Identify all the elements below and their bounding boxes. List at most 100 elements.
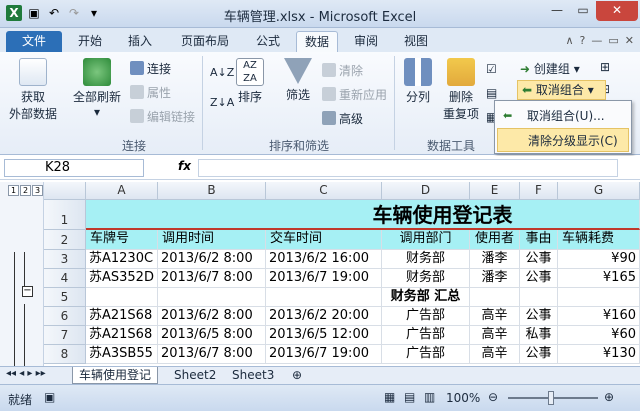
column-header-A[interactable]: A: [86, 182, 158, 200]
sheet-tab-active[interactable]: 车辆使用登记: [72, 367, 159, 384]
advanced-button[interactable]: 高级: [322, 110, 363, 127]
data-cell[interactable]: ¥160: [558, 307, 640, 326]
sheet-tab-2[interactable]: Sheet2: [168, 367, 222, 384]
formula-input[interactable]: [198, 159, 618, 177]
data-cell[interactable]: 苏AS352D: [86, 269, 158, 288]
subtotal-cell[interactable]: [558, 288, 640, 307]
insert-function-button[interactable]: fx: [178, 159, 191, 173]
tab-insert[interactable]: 插入: [120, 31, 160, 52]
row-header-5[interactable]: 5: [44, 288, 86, 307]
refresh-all-button[interactable]: 全部刷新 ▾: [68, 58, 126, 119]
row-header-8[interactable]: 8: [44, 345, 86, 364]
insert-sheet-icon[interactable]: ⊕: [286, 367, 308, 384]
data-cell[interactable]: 私事: [520, 326, 558, 345]
data-cell[interactable]: 公事: [520, 307, 558, 326]
collapse-group-button[interactable]: −: [22, 286, 33, 297]
data-cell[interactable]: 广告部: [382, 345, 470, 364]
ungroup-button[interactable]: ⬅ 取消组合 ▾: [517, 80, 606, 100]
header-cell[interactable]: 调用部门: [382, 230, 470, 250]
reapply-button[interactable]: 重新应用: [322, 86, 387, 103]
macro-record-icon[interactable]: ▣: [44, 390, 55, 404]
data-cell[interactable]: 2013/6/2 16:00: [266, 250, 382, 269]
remove-duplicates-button[interactable]: 删除 重复项: [440, 58, 482, 122]
row-header-3[interactable]: 3: [44, 250, 86, 269]
subtotal-cell[interactable]: [266, 288, 382, 307]
maximize-button[interactable]: ▭: [570, 1, 596, 21]
column-header-G[interactable]: G: [558, 182, 640, 200]
close-button[interactable]: ✕: [596, 1, 638, 21]
data-cell[interactable]: 2013/6/5 8:00: [158, 326, 266, 345]
header-cell[interactable]: 交车时间: [266, 230, 382, 250]
row-header-6[interactable]: 6: [44, 307, 86, 326]
data-cell[interactable]: 苏A3SB55: [86, 345, 158, 364]
data-cell[interactable]: ¥130: [558, 345, 640, 364]
header-cell[interactable]: 车辆耗费: [558, 230, 640, 250]
outline-level-3-button[interactable]: 3: [32, 185, 43, 196]
data-validation-icon[interactable]: ☑: [486, 62, 497, 76]
zoom-out-icon[interactable]: ⊖: [488, 390, 498, 404]
properties-button[interactable]: 属性: [130, 84, 171, 101]
consolidate-icon[interactable]: ▤: [486, 86, 497, 100]
text-to-columns-button[interactable]: 分列: [400, 58, 436, 105]
edit-links-button[interactable]: 编辑链接: [130, 108, 195, 125]
sheet-tab-3[interactable]: Sheet3: [226, 367, 280, 384]
zoom-level[interactable]: 100%: [446, 391, 480, 405]
tab-formulas[interactable]: 公式: [248, 31, 288, 52]
data-cell[interactable]: 公事: [520, 269, 558, 288]
tab-data[interactable]: 数据: [296, 31, 338, 52]
column-header-E[interactable]: E: [470, 182, 520, 200]
header-cell[interactable]: 使用者: [470, 230, 520, 250]
connections-button[interactable]: 连接: [130, 60, 171, 77]
sort-asc-button[interactable]: A↓Z: [210, 66, 234, 79]
header-cell[interactable]: 调用时间: [158, 230, 266, 250]
show-detail-icon[interactable]: ⊞: [600, 60, 610, 74]
menu-clear-outline-item[interactable]: 清除分级显示(C): [497, 128, 629, 152]
tab-page-layout[interactable]: 页面布局: [172, 31, 238, 52]
data-cell[interactable]: 广告部: [382, 307, 470, 326]
group-button[interactable]: ➜ 创建组 ▾: [520, 60, 580, 77]
filter-button[interactable]: 筛选: [280, 58, 316, 103]
sheet-nav-arrows[interactable]: ◂◂ ◂ ▸ ▸▸: [6, 368, 46, 379]
outline-level-1-button[interactable]: 1: [8, 185, 19, 196]
subtotal-cell[interactable]: [158, 288, 266, 307]
data-cell[interactable]: 财务部: [382, 269, 470, 288]
name-box[interactable]: K28: [4, 159, 144, 177]
data-cell[interactable]: 财务部: [382, 250, 470, 269]
workbook-minimize-icon[interactable]: —: [591, 34, 602, 47]
row-header-1[interactable]: 1: [44, 200, 86, 230]
data-cell[interactable]: 苏A21S68: [86, 326, 158, 345]
menu-ungroup-item[interactable]: ⬅ 取消组合(U)...: [497, 104, 629, 128]
data-cell[interactable]: 高辛: [470, 307, 520, 326]
workbook-close-icon[interactable]: ✕: [625, 34, 634, 47]
subtotal-cell[interactable]: [470, 288, 520, 307]
page-break-view-icon[interactable]: ▥: [424, 390, 435, 404]
zoom-slider-thumb[interactable]: [548, 391, 554, 405]
data-cell[interactable]: 2013/6/2 8:00: [158, 250, 266, 269]
header-cell[interactable]: 车牌号: [86, 230, 158, 250]
ribbon-minimize-icon[interactable]: ∧: [565, 34, 573, 47]
header-cell[interactable]: 事由: [520, 230, 558, 250]
data-cell[interactable]: 潘李: [470, 269, 520, 288]
clear-button[interactable]: 清除: [322, 62, 363, 79]
minimize-button[interactable]: —: [544, 1, 570, 21]
data-cell[interactable]: 2013/6/2 20:00: [266, 307, 382, 326]
column-header-F[interactable]: F: [520, 182, 558, 200]
zoom-in-icon[interactable]: ⊕: [604, 390, 614, 404]
row-header-4[interactable]: 4: [44, 269, 86, 288]
data-cell[interactable]: 广告部: [382, 326, 470, 345]
tab-review[interactable]: 审阅: [346, 31, 386, 52]
workbook-restore-icon[interactable]: ▭: [608, 34, 618, 47]
column-header-D[interactable]: D: [382, 182, 470, 200]
data-cell[interactable]: 2013/6/7 8:00: [158, 269, 266, 288]
column-header-B[interactable]: B: [158, 182, 266, 200]
data-cell[interactable]: 苏A1230C: [86, 250, 158, 269]
data-cell[interactable]: 公事: [520, 250, 558, 269]
select-all-corner[interactable]: [44, 182, 86, 200]
page-layout-view-icon[interactable]: ▤: [404, 390, 415, 404]
sort-button[interactable]: AZ ZA 排序: [232, 58, 268, 105]
data-cell[interactable]: ¥165: [558, 269, 640, 288]
row-header-7[interactable]: 7: [44, 326, 86, 345]
get-external-data-button[interactable]: 获取 外部数据: [6, 58, 60, 122]
tab-file[interactable]: 文件: [6, 31, 62, 52]
tab-view[interactable]: 视图: [396, 31, 436, 52]
